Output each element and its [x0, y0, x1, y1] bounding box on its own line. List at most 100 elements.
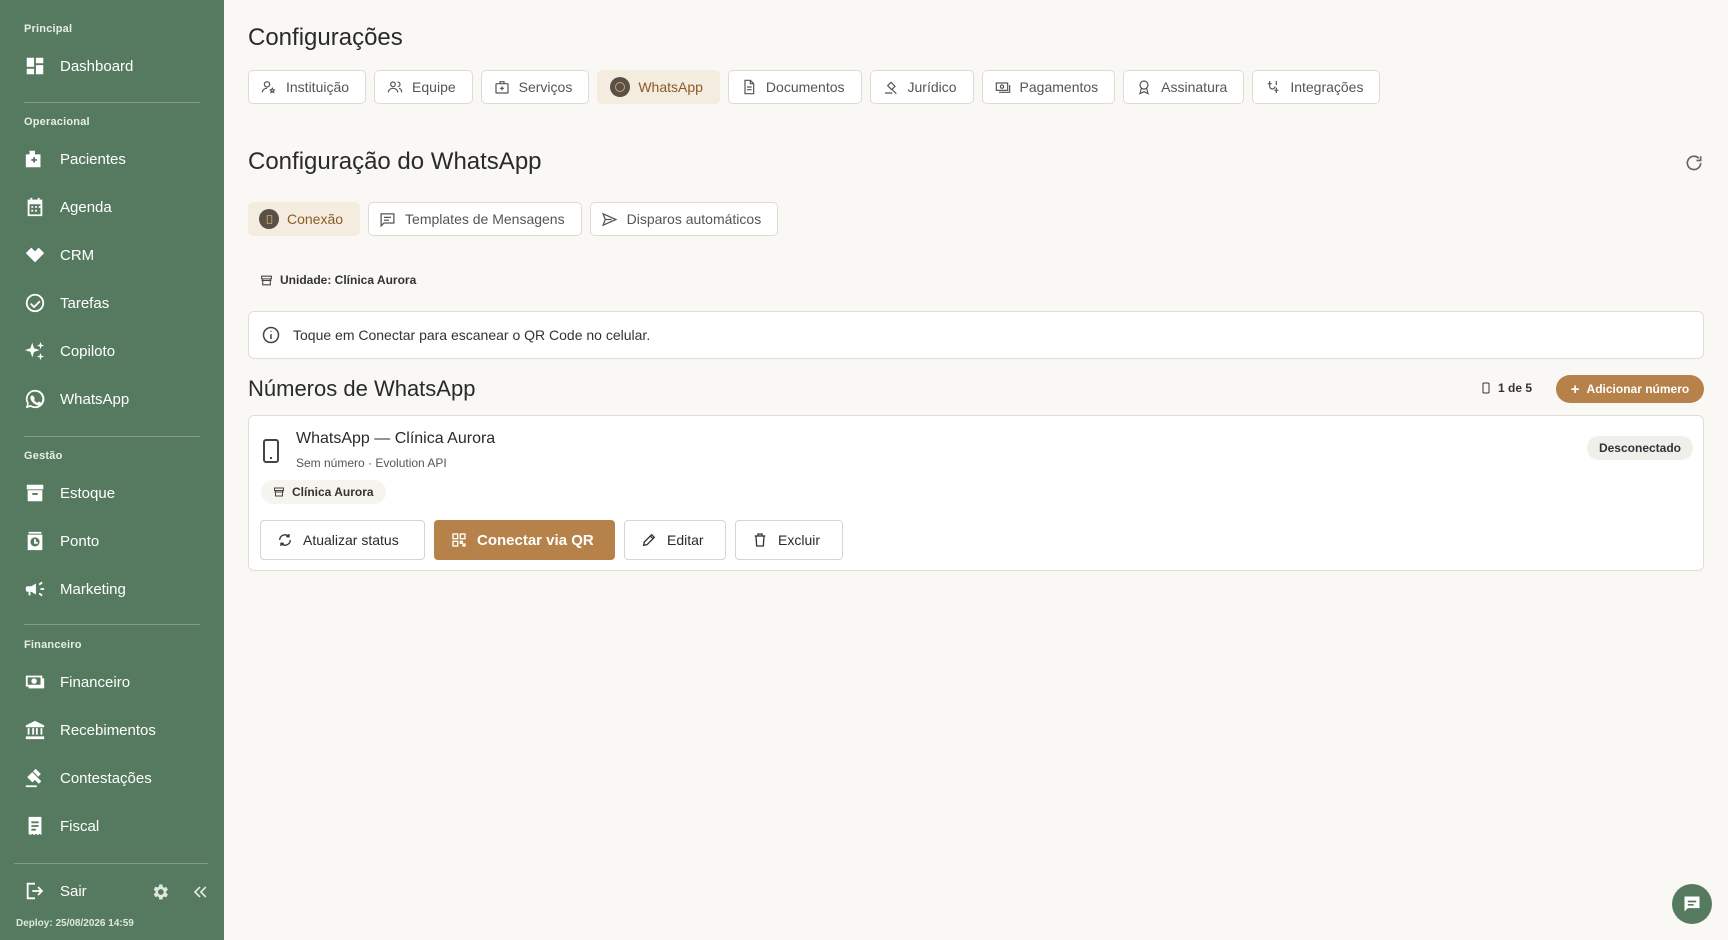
tab-label: Jurídico — [907, 79, 957, 95]
sidebar-divider — [24, 624, 200, 625]
tab-equipe[interactable]: Equipe — [374, 70, 473, 104]
dashboard-icon — [24, 55, 46, 77]
section-title-gestao: Gestão — [24, 450, 63, 462]
tab-servicos[interactable]: Serviços — [480, 70, 590, 104]
inventory-box-icon — [24, 482, 46, 504]
gavel-icon — [884, 81, 897, 95]
sidebar-divider — [14, 863, 208, 864]
tab-label: Serviços — [518, 79, 573, 95]
refresh-status-label: Atualizar status — [303, 532, 399, 548]
tab-juridico[interactable]: Jurídico — [869, 70, 974, 104]
sidebar-item-marketing[interactable]: Marketing — [24, 572, 204, 606]
settings-gear-button[interactable] — [150, 882, 170, 902]
money-icon — [995, 82, 1010, 93]
phone-icon — [261, 438, 281, 469]
sidebar-item-fiscal[interactable]: Fiscal — [24, 809, 204, 843]
status-badge: Desconectado — [1586, 436, 1693, 460]
sidebar-divider — [24, 102, 200, 103]
phone-link-icon — [259, 209, 279, 229]
sidebar-item-recebimentos[interactable]: Recebimentos — [24, 713, 204, 747]
handshake-icon — [24, 244, 46, 266]
sidebar-item-label: Tarefas — [60, 294, 110, 312]
money-icon — [24, 671, 46, 693]
unit-chip-label: Clínica Aurora — [292, 485, 374, 499]
sidebar-item-financeiro[interactable]: Financeiro — [24, 665, 204, 699]
tab-label: Assinatura — [1161, 79, 1228, 95]
badge-award-icon — [1139, 80, 1150, 95]
megaphone-icon — [24, 578, 46, 600]
sidebar-item-label: Recebimentos — [60, 721, 156, 739]
sidebar-item-label: Dashboard — [60, 57, 134, 75]
card-actions: Atualizar status Conectar via QR Editar … — [260, 520, 843, 560]
refresh-button[interactable] — [1684, 153, 1706, 175]
sidebar-item-ponto[interactable]: Ponto — [24, 524, 204, 558]
sidebar-item-whatsapp[interactable]: WhatsApp — [24, 382, 204, 416]
subtab-label: Conexão — [287, 211, 344, 227]
tab-assinatura[interactable]: Assinatura — [1123, 70, 1245, 104]
unit-chip: Clínica Aurora — [261, 480, 386, 504]
add-number-button[interactable]: + Adicionar número — [1556, 375, 1704, 403]
user-settings-icon — [261, 81, 276, 94]
page-title: Configurações — [248, 24, 403, 51]
connect-qr-button[interactable]: Conectar via QR — [434, 520, 615, 560]
sidebar-item-label: CRM — [60, 246, 95, 264]
card-subtitle: Sem número · Evolution API — [296, 456, 447, 470]
subtab-conexao[interactable]: Conexão — [248, 202, 361, 236]
unit-label: Unidade: Clínica Aurora — [280, 273, 417, 287]
settings-tabs: Instituição Equipe Serviços WhatsApp Doc… — [248, 70, 1381, 104]
sidebar-item-pacientes[interactable]: Pacientes — [24, 142, 204, 176]
section-title-principal: Principal — [24, 23, 73, 35]
patients-icon — [24, 148, 46, 170]
tab-instituicao[interactable]: Instituição — [248, 70, 367, 104]
gear-icon — [153, 884, 168, 900]
receipt-icon — [24, 815, 46, 837]
section-title-operacional: Operacional — [24, 116, 90, 128]
message-icon — [380, 212, 395, 227]
task-check-icon — [24, 292, 46, 314]
sidebar-item-label: Ponto — [60, 532, 100, 550]
sidebar: Principal Dashboard Operacional Paciente… — [0, 0, 224, 940]
logout-button[interactable]: Sair — [24, 880, 87, 902]
team-icon — [387, 81, 403, 93]
subtab-disparos[interactable]: Disparos automáticos — [589, 202, 779, 236]
chat-support-button[interactable] — [1672, 884, 1712, 924]
logout-label: Sair — [60, 882, 87, 900]
tab-label: Pagamentos — [1019, 79, 1099, 95]
add-number-label: Adicionar número — [1586, 382, 1690, 396]
calendar-icon — [24, 196, 46, 218]
bank-icon — [24, 719, 46, 741]
sidebar-item-label: Financeiro — [60, 673, 131, 691]
sidebar-item-tarefas[interactable]: Tarefas — [24, 286, 204, 320]
sidebar-item-dashboard[interactable]: Dashboard — [24, 49, 204, 83]
subtab-templates[interactable]: Templates de Mensagens — [368, 202, 582, 236]
tab-documentos[interactable]: Documentos — [727, 70, 862, 104]
sidebar-item-copiloto[interactable]: Copiloto — [24, 334, 204, 368]
whatsapp-tab-icon — [610, 77, 631, 97]
tab-label: Documentos — [765, 79, 845, 95]
qr-code-icon — [452, 533, 466, 547]
sidebar-item-estoque[interactable]: Estoque — [24, 476, 204, 510]
main-content: Configurações Instituição Equipe Serviço… — [248, 0, 1728, 940]
refresh-status-button[interactable]: Atualizar status — [260, 520, 425, 560]
numbers-title: Números de WhatsApp — [248, 376, 476, 401]
sidebar-item-label: Estoque — [60, 484, 116, 502]
tab-pagamentos[interactable]: Pagamentos — [981, 70, 1116, 104]
delete-button[interactable]: Excluir — [735, 520, 843, 560]
tab-label: Equipe — [412, 79, 456, 95]
sidebar-item-crm[interactable]: CRM — [24, 238, 204, 272]
collapse-sidebar-button[interactable] — [190, 882, 210, 902]
gavel-icon — [24, 767, 46, 789]
sidebar-item-contestacoes[interactable]: Contestações — [24, 761, 204, 795]
tab-whatsapp[interactable]: WhatsApp — [597, 70, 720, 104]
number-count: 1 de 5 — [1480, 381, 1532, 395]
edit-label: Editar — [667, 532, 704, 548]
sidebar-item-agenda[interactable]: Agenda — [24, 190, 204, 224]
sidebar-divider — [24, 436, 200, 437]
whatsapp-subtabs: Conexão Templates de Mensagens Disparos … — [248, 202, 779, 236]
chat-icon — [1684, 896, 1700, 912]
refresh-icon — [1686, 155, 1702, 171]
sidebar-item-label: Fiscal — [60, 817, 100, 835]
tab-integracoes[interactable]: Integrações — [1252, 70, 1381, 104]
card-title: WhatsApp — Clínica Aurora — [296, 430, 496, 447]
edit-button[interactable]: Editar — [624, 520, 726, 560]
